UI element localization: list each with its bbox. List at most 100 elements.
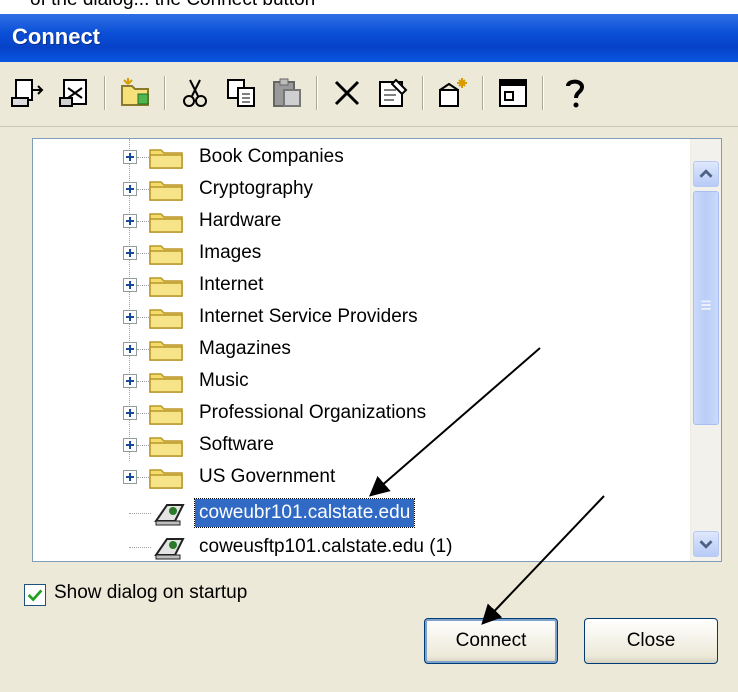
paste-icon[interactable] [268, 74, 306, 112]
tree-branch [137, 317, 149, 318]
folder-label: Cryptography [199, 178, 314, 199]
tree-branch [137, 189, 149, 190]
toolbar-separator [164, 76, 166, 110]
copy-icon[interactable] [222, 74, 260, 112]
site-label: coweubr101.calstate.edu [193, 498, 416, 528]
toolbar-separator [422, 76, 424, 110]
folder-icon [149, 213, 183, 233]
expand-icon[interactable] [123, 150, 137, 164]
folder-icon [149, 277, 183, 297]
connect-icon[interactable] [8, 74, 46, 112]
chevron-down-icon [699, 540, 713, 549]
title-bar[interactable]: Connect [0, 14, 738, 62]
view-icon[interactable] [494, 74, 532, 112]
cut-icon[interactable] [176, 74, 214, 112]
folder-icon [149, 149, 183, 169]
show-on-startup-checkbox[interactable] [24, 584, 46, 606]
expand-icon[interactable] [123, 438, 137, 452]
folder-icon [149, 373, 183, 393]
folder-row[interactable]: Professional Organizations [33, 397, 683, 429]
folder-label: Magazines [199, 338, 291, 359]
tree-branch [137, 157, 149, 158]
tree-branch [137, 221, 149, 222]
clipped-caption: of the dialog... the Connect button [0, 0, 738, 14]
scroll-up-button[interactable] [693, 161, 719, 187]
expand-icon[interactable] [123, 342, 137, 356]
server-icon [154, 504, 185, 526]
delete-icon[interactable] [328, 74, 366, 112]
close-button-label: Close [626, 630, 676, 651]
toolbar-separator [316, 76, 318, 110]
expand-icon[interactable] [123, 182, 137, 196]
expand-icon[interactable] [123, 470, 137, 484]
new-folder-icon[interactable] [116, 74, 154, 112]
scroll-down-button[interactable] [693, 531, 719, 557]
vertical-scrollbar[interactable] [690, 139, 721, 561]
folder-row[interactable]: Magazines [33, 333, 683, 365]
toolbar-separator [542, 76, 544, 110]
chevron-up-icon [699, 169, 713, 178]
folder-label: Professional Organizations [199, 402, 427, 423]
checkmark-icon [27, 589, 43, 602]
connect-dialog: Connect Book Companies Cryptography Hard… [0, 14, 738, 692]
expand-icon[interactable] [123, 406, 137, 420]
tree-branch [137, 253, 149, 254]
folder-row[interactable]: Images [33, 237, 683, 269]
folder-icon [149, 181, 183, 201]
tree-branch [137, 349, 149, 350]
folder-row[interactable]: Internet [33, 269, 683, 301]
folder-icon [149, 405, 183, 425]
toolbar [0, 62, 738, 127]
folder-row[interactable]: Software [33, 429, 683, 461]
folder-row[interactable]: Hardware [33, 205, 683, 237]
tree-branch [137, 413, 149, 414]
site-tree[interactable]: Book Companies Cryptography Hardware Images… [32, 138, 722, 562]
connect-button[interactable]: Connect [424, 618, 558, 664]
new-site-icon[interactable] [434, 74, 472, 112]
folder-icon [149, 245, 183, 265]
properties-icon[interactable] [374, 74, 412, 112]
expand-icon[interactable] [123, 214, 137, 228]
grip-icon [701, 300, 711, 310]
folder-label: Book Companies [199, 146, 344, 167]
tree-branch [137, 285, 149, 286]
expand-icon[interactable] [123, 374, 137, 388]
show-on-startup-label: Show dialog on startup [54, 582, 248, 603]
folder-row[interactable]: US Government [33, 461, 683, 493]
tree-branch [137, 477, 149, 478]
expand-icon[interactable] [123, 278, 137, 292]
tree-branch [137, 445, 149, 446]
toolbar-separator [482, 76, 484, 110]
server-icon [154, 538, 185, 560]
tree-branch [137, 381, 149, 382]
help-icon[interactable] [556, 74, 594, 112]
folder-icon [149, 309, 183, 329]
folder-row[interactable]: Book Companies [33, 141, 683, 173]
tree-branch [129, 547, 151, 548]
site-row[interactable]: coweubr101.calstate.edu [33, 497, 683, 529]
folder-label: Internet [199, 274, 264, 295]
folder-label: Software [199, 434, 274, 455]
tree-branch [129, 513, 151, 514]
folder-label: Images [199, 242, 262, 263]
site-label: coweusftp101.calstate.edu (1) [199, 536, 453, 557]
folder-row[interactable]: Music [33, 365, 683, 397]
close-button[interactable]: Close [584, 618, 718, 664]
folder-icon [149, 437, 183, 457]
folder-icon [149, 469, 183, 489]
expand-icon[interactable] [123, 246, 137, 260]
folder-row[interactable]: Internet Service Providers [33, 301, 683, 333]
folder-label: Music [199, 370, 249, 391]
clipped-caption-text: of the dialog... the Connect button [30, 0, 315, 11]
folder-label: Hardware [199, 210, 282, 231]
scroll-thumb[interactable] [693, 191, 719, 425]
folder-icon [149, 341, 183, 361]
site-row[interactable]: coweusftp101.calstate.edu (1) [33, 531, 683, 561]
expand-icon[interactable] [123, 310, 137, 324]
folder-row[interactable]: Cryptography [33, 173, 683, 205]
disconnect-icon[interactable] [56, 74, 94, 112]
folder-label: Internet Service Providers [199, 306, 418, 327]
folder-label: US Government [199, 466, 336, 487]
toolbar-separator [104, 76, 106, 110]
window-title: Connect [12, 24, 100, 49]
